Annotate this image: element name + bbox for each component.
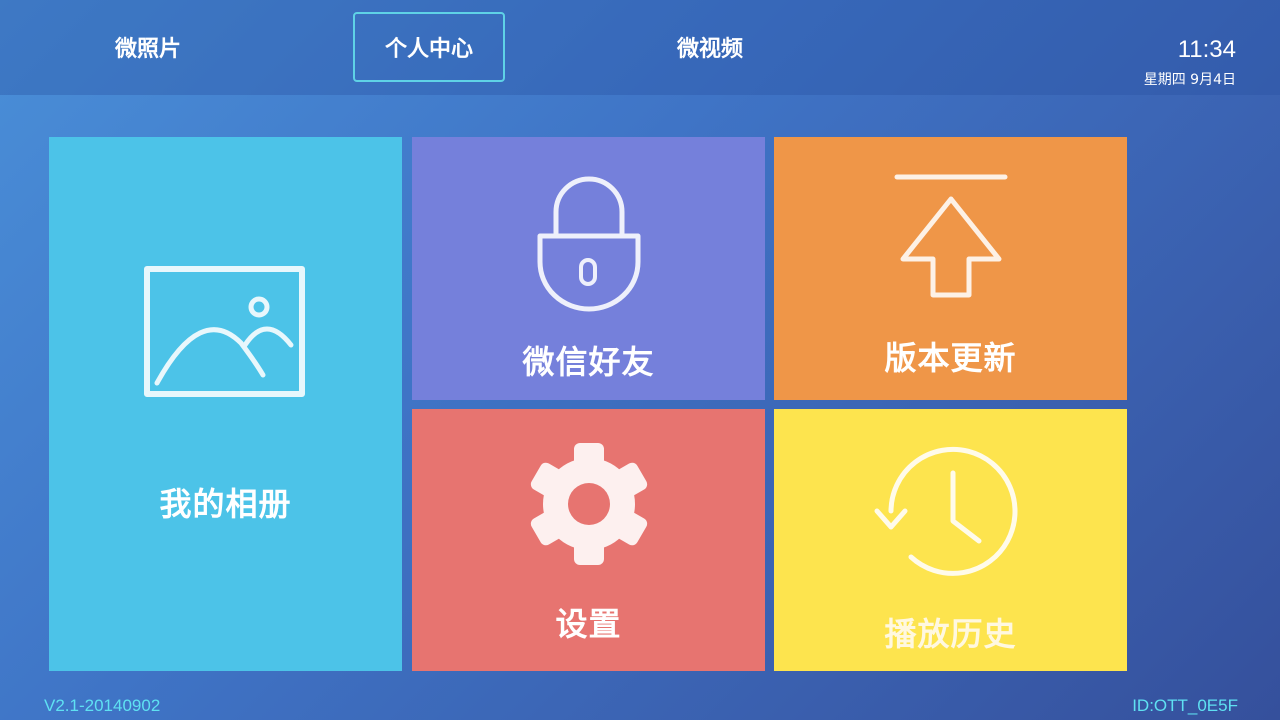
tile-my-album-label: 我的相册 — [159, 485, 292, 523]
tile-settings[interactable]: 设置 — [412, 409, 765, 671]
tab-micro-photo[interactable]: 微照片 — [72, 12, 224, 82]
image-icon — [144, 266, 305, 397]
tile-wechat-friends-label: 微信好友 — [522, 343, 655, 381]
tile-wechat-friends[interactable]: 微信好友 — [412, 137, 765, 400]
top-nav-bar: 微照片 个人中心 微视频 11:34 星期四 9月4日 — [0, 0, 1280, 95]
tab-micro-video[interactable]: 微视频 — [634, 12, 786, 82]
tile-playback-history[interactable]: 播放历史 — [774, 409, 1127, 671]
upload-icon — [894, 174, 1008, 298]
clock-time: 11:34 — [1177, 36, 1236, 63]
tile-version-update[interactable]: 版本更新 — [774, 137, 1127, 400]
tab-personal-center[interactable]: 个人中心 — [353, 12, 505, 82]
tile-settings-label: 设置 — [555, 605, 622, 643]
tile-playback-history-label: 播放历史 — [884, 615, 1017, 653]
device-id-label: ID:OTT_0E5F — [1132, 696, 1238, 715]
clock-date: 星期四 9月4日 — [1143, 72, 1236, 88]
tile-my-album[interactable]: 我的相册 — [49, 137, 402, 671]
version-label: V2.1-20140902 — [44, 696, 161, 715]
history-clock-icon — [874, 446, 1018, 576]
tile-version-update-label: 版本更新 — [884, 339, 1017, 377]
gear-icon — [530, 443, 648, 565]
lock-icon — [537, 176, 641, 312]
